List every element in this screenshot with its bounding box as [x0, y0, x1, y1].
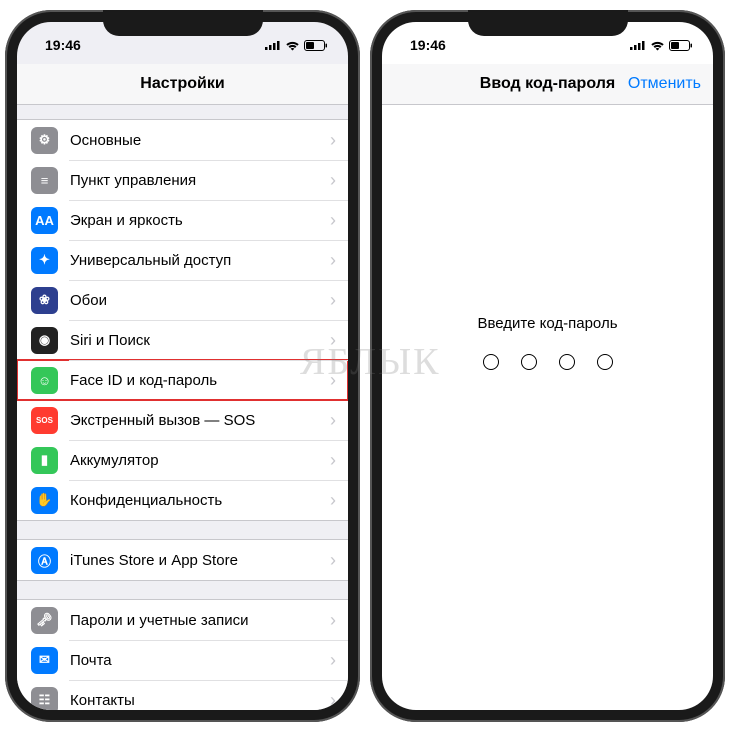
battery-icon	[304, 40, 328, 51]
notch	[468, 10, 628, 36]
sos-icon: SOS	[31, 407, 58, 434]
passcode-dot	[559, 354, 575, 370]
navbar-passcode: Ввод код-пароля Отменить	[382, 64, 713, 105]
settings-group: ⚙Основные›≡Пункт управления›AAЭкран и яр…	[17, 119, 348, 521]
passcode-body: Введите код-пароль	[382, 105, 713, 710]
row-label: iTunes Store и App Store	[70, 552, 330, 569]
settings-group: ⒶiTunes Store и App Store›	[17, 539, 348, 581]
settings-row-itunes[interactable]: ⒶiTunes Store и App Store›	[17, 540, 348, 580]
status-icons	[630, 40, 693, 51]
chevron-right-icon: ›	[330, 170, 348, 191]
settings-row-accessibility[interactable]: ✦ Универсальный доступ›	[17, 240, 348, 280]
row-label: Конфиденциальность	[70, 492, 330, 509]
phone-right: 19:46 Ввод код-пароля Отменить Введите к…	[370, 10, 725, 722]
mail-icon: ✉	[31, 647, 58, 674]
status-time: 19:46	[410, 37, 446, 53]
row-label: Экстренный вызов — SOS	[70, 412, 330, 429]
settings-row-faceid[interactable]: ☺ Face ID и код-пароль›	[17, 360, 348, 400]
settings-row-general[interactable]: ⚙ Основные›	[17, 120, 348, 160]
row-label: Обои	[70, 292, 330, 309]
hand-icon: ✋	[31, 487, 58, 514]
chevron-right-icon: ›	[330, 650, 348, 671]
status-time: 19:46	[45, 37, 81, 53]
row-label: Пароли и учетные записи	[70, 612, 330, 629]
battery-icon	[669, 40, 693, 51]
passcode-dot	[521, 354, 537, 370]
chevron-right-icon: ›	[330, 610, 348, 631]
row-label: Основные	[70, 132, 330, 149]
row-label: Универсальный доступ	[70, 252, 330, 269]
battery-icon: ▮	[31, 447, 58, 474]
row-label: Face ID и код-пароль	[70, 372, 330, 389]
settings-row-passwords[interactable]: 🗝 Пароли и учетные записи›	[17, 600, 348, 640]
settings-row-wallpaper[interactable]: ❀ Обои›	[17, 280, 348, 320]
wifi-icon	[650, 40, 665, 51]
sliders-icon: ≡	[31, 167, 58, 194]
settings-row-contacts[interactable]: ☷ Контакты›	[17, 680, 348, 710]
wallpaper-icon: ❀	[31, 287, 58, 314]
appstore-icon: Ⓐ	[31, 547, 58, 574]
contacts-icon: ☷	[31, 687, 58, 711]
siri-icon: ◉	[31, 327, 58, 354]
row-label: Почта	[70, 652, 330, 669]
passcode-dot	[597, 354, 613, 370]
signal-icon	[630, 40, 646, 50]
passcode-dot	[483, 354, 499, 370]
row-label: Контакты	[70, 692, 330, 709]
chevron-right-icon: ›	[330, 490, 348, 511]
chevron-right-icon: ›	[330, 330, 348, 351]
phone-left: 19:46 Настройки ⚙Основные›≡Пункт управле…	[5, 10, 360, 722]
chevron-right-icon: ›	[330, 210, 348, 231]
page-title: Ввод код-пароля	[480, 75, 615, 93]
row-label: Аккумулятор	[70, 452, 330, 469]
chevron-right-icon: ›	[330, 290, 348, 311]
chevron-right-icon: ›	[330, 410, 348, 431]
status-icons	[265, 40, 328, 51]
accessibility-icon: ✦	[31, 247, 58, 274]
wifi-icon	[285, 40, 300, 51]
gear-icon: ⚙	[31, 127, 58, 154]
chevron-right-icon: ›	[330, 130, 348, 151]
settings-row-sos[interactable]: SOS Экстренный вызов — SOS›	[17, 400, 348, 440]
chevron-right-icon: ›	[330, 550, 348, 571]
settings-list[interactable]: ⚙Основные›≡Пункт управления›AAЭкран и яр…	[17, 105, 348, 710]
row-label: Пункт управления	[70, 172, 330, 189]
signal-icon	[265, 40, 281, 50]
chevron-right-icon: ›	[330, 450, 348, 471]
key-icon: 🗝	[31, 607, 58, 634]
page-title: Настройки	[140, 75, 224, 93]
faceid-icon: ☺	[31, 367, 58, 394]
row-label: Siri и Поиск	[70, 332, 330, 349]
settings-row-control[interactable]: ≡ Пункт управления›	[17, 160, 348, 200]
cancel-button[interactable]: Отменить	[628, 75, 701, 93]
settings-row-siri[interactable]: ◉ Siri и Поиск›	[17, 320, 348, 360]
settings-row-display[interactable]: AA Экран и яркость›	[17, 200, 348, 240]
navbar-settings: Настройки	[17, 64, 348, 105]
chevron-right-icon: ›	[330, 370, 348, 391]
passcode-dots[interactable]	[483, 354, 613, 370]
chevron-right-icon: ›	[330, 250, 348, 271]
settings-group: 🗝Пароли и учетные записи›✉Почта›☷Контакт…	[17, 599, 348, 710]
notch	[103, 10, 263, 36]
text-size-icon: AA	[31, 207, 58, 234]
passcode-prompt: Введите код-пароль	[477, 315, 617, 332]
chevron-right-icon: ›	[330, 690, 348, 711]
settings-row-battery[interactable]: ▮ Аккумулятор›	[17, 440, 348, 480]
settings-row-privacy[interactable]: ✋ Конфиденциальность›	[17, 480, 348, 520]
row-label: Экран и яркость	[70, 212, 330, 229]
settings-row-mail[interactable]: ✉ Почта›	[17, 640, 348, 680]
